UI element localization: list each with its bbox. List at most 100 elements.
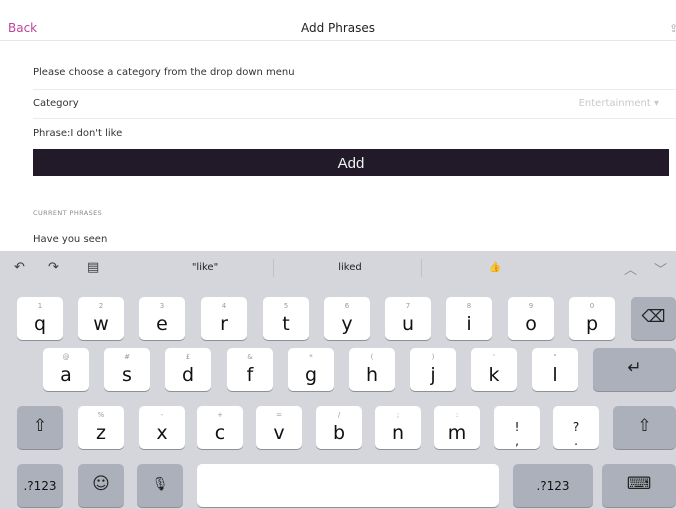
key-t[interactable]: 5t [263, 297, 309, 340]
chevron-down-icon[interactable]: ﹀ [654, 259, 667, 278]
key-s[interactable]: # s [104, 348, 150, 391]
key-secondary: ; [396, 411, 400, 419]
key-label: u [401, 313, 415, 335]
key-r[interactable]: 4r [201, 297, 247, 340]
key-i[interactable]: 8i [446, 297, 492, 340]
key-h[interactable]: (h [349, 348, 395, 391]
key-label: y [341, 313, 353, 335]
suggestion-1[interactable]: "like" [160, 262, 250, 273]
page-title: Add Phrases [300, 21, 376, 35]
key-label: n [391, 422, 405, 444]
key-label: g [304, 364, 318, 386]
key-label: .?123 [536, 479, 570, 493]
key-v[interactable]: = v [256, 406, 302, 449]
key-x[interactable]: -x [139, 406, 185, 449]
phrase-input[interactable]: I don't like [70, 128, 122, 139]
numbers-key-right[interactable]: .?123 [513, 464, 593, 507]
key-m[interactable]: :m [434, 406, 480, 449]
suggestion-3[interactable]: 👍 [470, 262, 520, 273]
key-comma[interactable]: !, [494, 406, 540, 449]
key-label: v [273, 422, 285, 444]
share-icon[interactable]: ⇪ [669, 22, 676, 33]
redo-icon[interactable]: ↷ [48, 260, 59, 275]
key-main: . [574, 434, 578, 448]
suggestion-bar: ↶ ↷ ▤ "like" liked 👍 ︿ ﹀ [0, 251, 676, 285]
key-label: w [93, 313, 109, 335]
phrase-field[interactable]: Phrase:I don't like [33, 128, 669, 139]
emoji-icon: ☺ [92, 474, 110, 494]
key-label: l [552, 364, 558, 386]
section-title: CURRENT PHRASES [33, 209, 103, 217]
key-b[interactable]: / b [316, 406, 362, 449]
shift-key-left[interactable]: ⇧ [17, 406, 63, 449]
divider [421, 259, 422, 277]
key-label: j [430, 364, 436, 386]
key-label: b [332, 422, 346, 444]
key-y[interactable]: 6y [324, 297, 370, 340]
key-secondary: ' [493, 353, 495, 361]
key-secondary: # [124, 353, 130, 361]
key-z[interactable]: % z [78, 406, 124, 449]
key-n[interactable]: ; n [375, 406, 421, 449]
nav-bar: Back Add Phrases ⇪ [0, 0, 676, 41]
key-secondary: - [160, 411, 164, 419]
key-o[interactable]: 9o [508, 297, 554, 340]
key-label: o [525, 313, 537, 335]
chevron-down-icon: ▾ [653, 98, 659, 109]
key-secondary: & [247, 353, 253, 361]
category-value: Entertainment [578, 98, 651, 109]
key-label: !, [494, 420, 540, 448]
key-secondary: 8 [466, 302, 472, 310]
emoji-key[interactable]: ☺ [78, 464, 124, 507]
key-main: , [515, 434, 519, 448]
key-u[interactable]: 7u [385, 297, 431, 340]
return-key[interactable]: ↵ [593, 348, 676, 391]
key-q[interactable]: 1q [17, 297, 63, 340]
key-d[interactable]: £ d [165, 348, 211, 391]
shift-icon: ⇧ [32, 416, 48, 436]
hide-keyboard-key[interactable]: ⌨ [602, 464, 676, 507]
key-label: k [488, 364, 500, 386]
backspace-key[interactable]: ⌫ [631, 297, 676, 340]
key-e[interactable]: 3e [139, 297, 185, 340]
key-label: h [365, 364, 379, 386]
key-f[interactable]: & f [227, 348, 273, 391]
chevron-up-icon[interactable]: ︿ [624, 259, 637, 278]
phrase-label: Phrase: [33, 128, 71, 139]
key-secondary: 2 [98, 302, 104, 310]
space-key[interactable] [197, 464, 499, 507]
key-p[interactable]: 0p [569, 297, 615, 340]
category-dropdown[interactable]: Entertainment ▾ [579, 98, 659, 109]
category-row[interactable]: Category Entertainment ▾ [33, 98, 669, 114]
key-secondary: 4 [221, 302, 227, 310]
key-label: f [246, 364, 254, 386]
shift-key-right[interactable]: ⇧ [613, 406, 676, 449]
dictation-key[interactable]: 🎙 [137, 464, 183, 507]
key-secondary: 9 [528, 302, 534, 310]
suggestion-2[interactable]: liked [305, 262, 395, 273]
key-l[interactable]: " l [532, 348, 578, 391]
category-label: Category [33, 98, 79, 109]
key-label: p [585, 313, 599, 335]
key-j[interactable]: ) j [410, 348, 456, 391]
key-secondary: £ [185, 353, 191, 361]
divider [273, 259, 274, 277]
key-k[interactable]: ' k [471, 348, 517, 391]
paste-icon[interactable]: ▤ [87, 260, 99, 275]
key-secondary: ) [431, 353, 435, 361]
key-a[interactable]: @ a [43, 348, 89, 391]
divider [33, 118, 676, 119]
undo-icon[interactable]: ↶ [14, 260, 25, 275]
key-c[interactable]: + c [197, 406, 243, 449]
return-icon: ↵ [627, 358, 642, 378]
key-label: c [214, 422, 226, 444]
key-secondary: + [217, 411, 223, 419]
numbers-key[interactable]: .?123 [17, 464, 63, 507]
key-g[interactable]: * g [288, 348, 334, 391]
key-secondary: 6 [344, 302, 350, 310]
list-item[interactable]: Have you seen [33, 234, 669, 245]
instruction-text: Please choose a category from the drop d… [33, 67, 295, 78]
key-period[interactable]: ?. [553, 406, 599, 449]
add-button[interactable]: Add [33, 149, 669, 176]
key-w[interactable]: 2w [78, 297, 124, 340]
